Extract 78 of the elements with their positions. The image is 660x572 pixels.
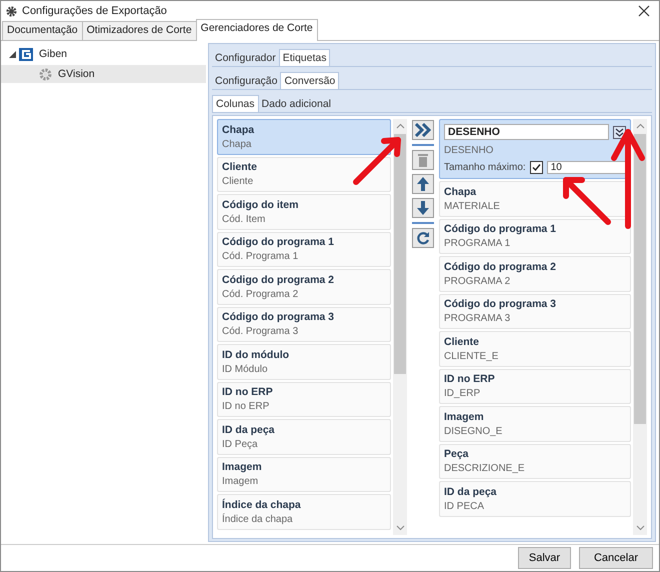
column-title: Cliente	[222, 161, 258, 174]
column-title: Imagem	[222, 461, 263, 474]
column-title: Índice da chapa	[222, 498, 302, 511]
column-title: Cliente	[444, 336, 480, 348]
column-title: Imagem	[444, 410, 485, 423]
column-card[interactable]: Cliente CLIENTE_E	[439, 331, 631, 366]
column-subtitle: DISEGNO_E	[444, 426, 504, 437]
tab[interactable]: Dado adicional	[258, 96, 334, 112]
column-card[interactable]: Código do programa 3 Cód. Programa 3	[217, 306, 391, 342]
max-length-field[interactable]: 10	[546, 160, 626, 174]
max-length-label: Tamanho máximo:	[444, 162, 526, 173]
column-title: Código do item	[222, 198, 300, 211]
column-title: Código do programa 1	[222, 236, 336, 248]
column-subtitle: Imagem	[222, 476, 260, 488]
column-title: ID da peça	[444, 486, 498, 498]
column-subtitle: PROGRAMA 3	[444, 313, 512, 324]
column-subtitle: PROGRAMA 1	[444, 238, 512, 250]
tab[interactable]: Configuração	[212, 73, 280, 89]
column-subtitle: DESENHO	[444, 144, 494, 156]
tab[interactable]: Etiquetas	[278, 49, 330, 66]
tab[interactable]: Gerenciadores de Corte	[196, 19, 318, 41]
column-subtitle: CLIENTE_E	[444, 350, 500, 362]
column-subtitle: ID_ERP	[444, 388, 482, 400]
tree-item[interactable]: GVision	[1, 65, 206, 83]
column-card[interactable]: ID no ERP ID_ERP	[439, 368, 631, 404]
column-title: ID da peça	[222, 424, 276, 436]
column-title: ID no ERP	[222, 386, 274, 398]
column-subtitle: Índice da chapa	[222, 514, 294, 525]
column-subtitle: ID Peça	[222, 438, 259, 450]
column-subtitle: DESCRIZIONE_E	[444, 463, 526, 474]
column-card[interactable]: ID da peça ID PECA	[439, 481, 631, 516]
tab[interactable]: Conversão	[280, 72, 340, 89]
column-subtitle: Cód. Programa 3	[222, 326, 300, 338]
column-card[interactable]: Código do programa 3 PROGRAMA 3	[439, 294, 631, 329]
column-title: Código do programa 3	[222, 311, 336, 324]
save-button[interactable]: Salvar	[518, 547, 571, 569]
tab[interactable]: Colunas	[212, 95, 259, 112]
column-card[interactable]: Cliente Cliente	[217, 156, 391, 192]
column-title: ID no ERP	[444, 373, 496, 386]
tab[interactable]: Configurador	[212, 50, 279, 66]
column-subtitle: Cliente	[222, 176, 254, 188]
column-card[interactable]: ID da peça ID Peça	[217, 419, 391, 454]
column-title: Código do programa 2	[222, 274, 336, 286]
tab[interactable]: Otimizadores de Corte	[82, 21, 197, 40]
column-subtitle: Cód. Programa 1	[222, 251, 300, 262]
column-subtitle: MATERIALE	[444, 200, 501, 212]
column-card[interactable]: Código do programa 2 PROGRAMA 2	[439, 256, 631, 292]
column-subtitle: ID Módulo	[222, 364, 269, 375]
column-card[interactable]: Imagem DISEGNO_E	[439, 406, 631, 442]
column-subtitle: ID PECA	[444, 500, 486, 512]
column-title: Peça	[444, 448, 470, 460]
column-subtitle: ID no ERP	[222, 401, 270, 412]
column-subtitle: PROGRAMA 2	[444, 276, 512, 287]
column-card[interactable]: Código do programa 2 Cód. Programa 2	[217, 269, 391, 304]
column-card[interactable]: Código do programa 1 PROGRAMA 1	[439, 218, 631, 254]
column-card[interactable]: ID do módulo ID Módulo	[217, 344, 391, 380]
cancel-button[interactable]: Cancelar	[579, 547, 653, 569]
column-editor-card[interactable]: DESENHO DESENHO Tamanho máximo: 10	[439, 119, 631, 179]
tree-item[interactable]: Giben	[36, 46, 70, 62]
tab[interactable]: Documentação	[2, 21, 83, 40]
column-title: Chapa	[222, 124, 256, 136]
column-title: ID do módulo	[222, 348, 290, 361]
column-subtitle: Chapa	[222, 138, 252, 150]
column-title: Código do programa 3	[444, 298, 558, 310]
column-card[interactable]: Código do programa 1 Cód. Programa 1	[217, 232, 391, 267]
column-subtitle: Cód. Programa 2	[222, 288, 300, 300]
column-card[interactable]: Imagem Imagem	[217, 456, 391, 492]
column-title: Chapa	[444, 186, 478, 198]
window-title: Configurações de Exportação	[22, 5, 167, 17]
column-card[interactable]: ID no ERP ID no ERP	[217, 382, 391, 417]
column-title: Código do programa 1	[444, 223, 558, 236]
column-card[interactable]: Índice da chapa Índice da chapa	[217, 494, 391, 530]
column-card[interactable]: Chapa Chapa	[217, 119, 391, 154]
column-name-field[interactable]: DESENHO	[444, 124, 609, 140]
column-title: Código do programa 2	[444, 260, 558, 273]
column-card[interactable]: Código do item Cód. Item	[217, 194, 391, 230]
column-subtitle: Cód. Item	[222, 214, 266, 225]
column-card[interactable]: Peça DESCRIZIONE_E	[439, 444, 631, 479]
